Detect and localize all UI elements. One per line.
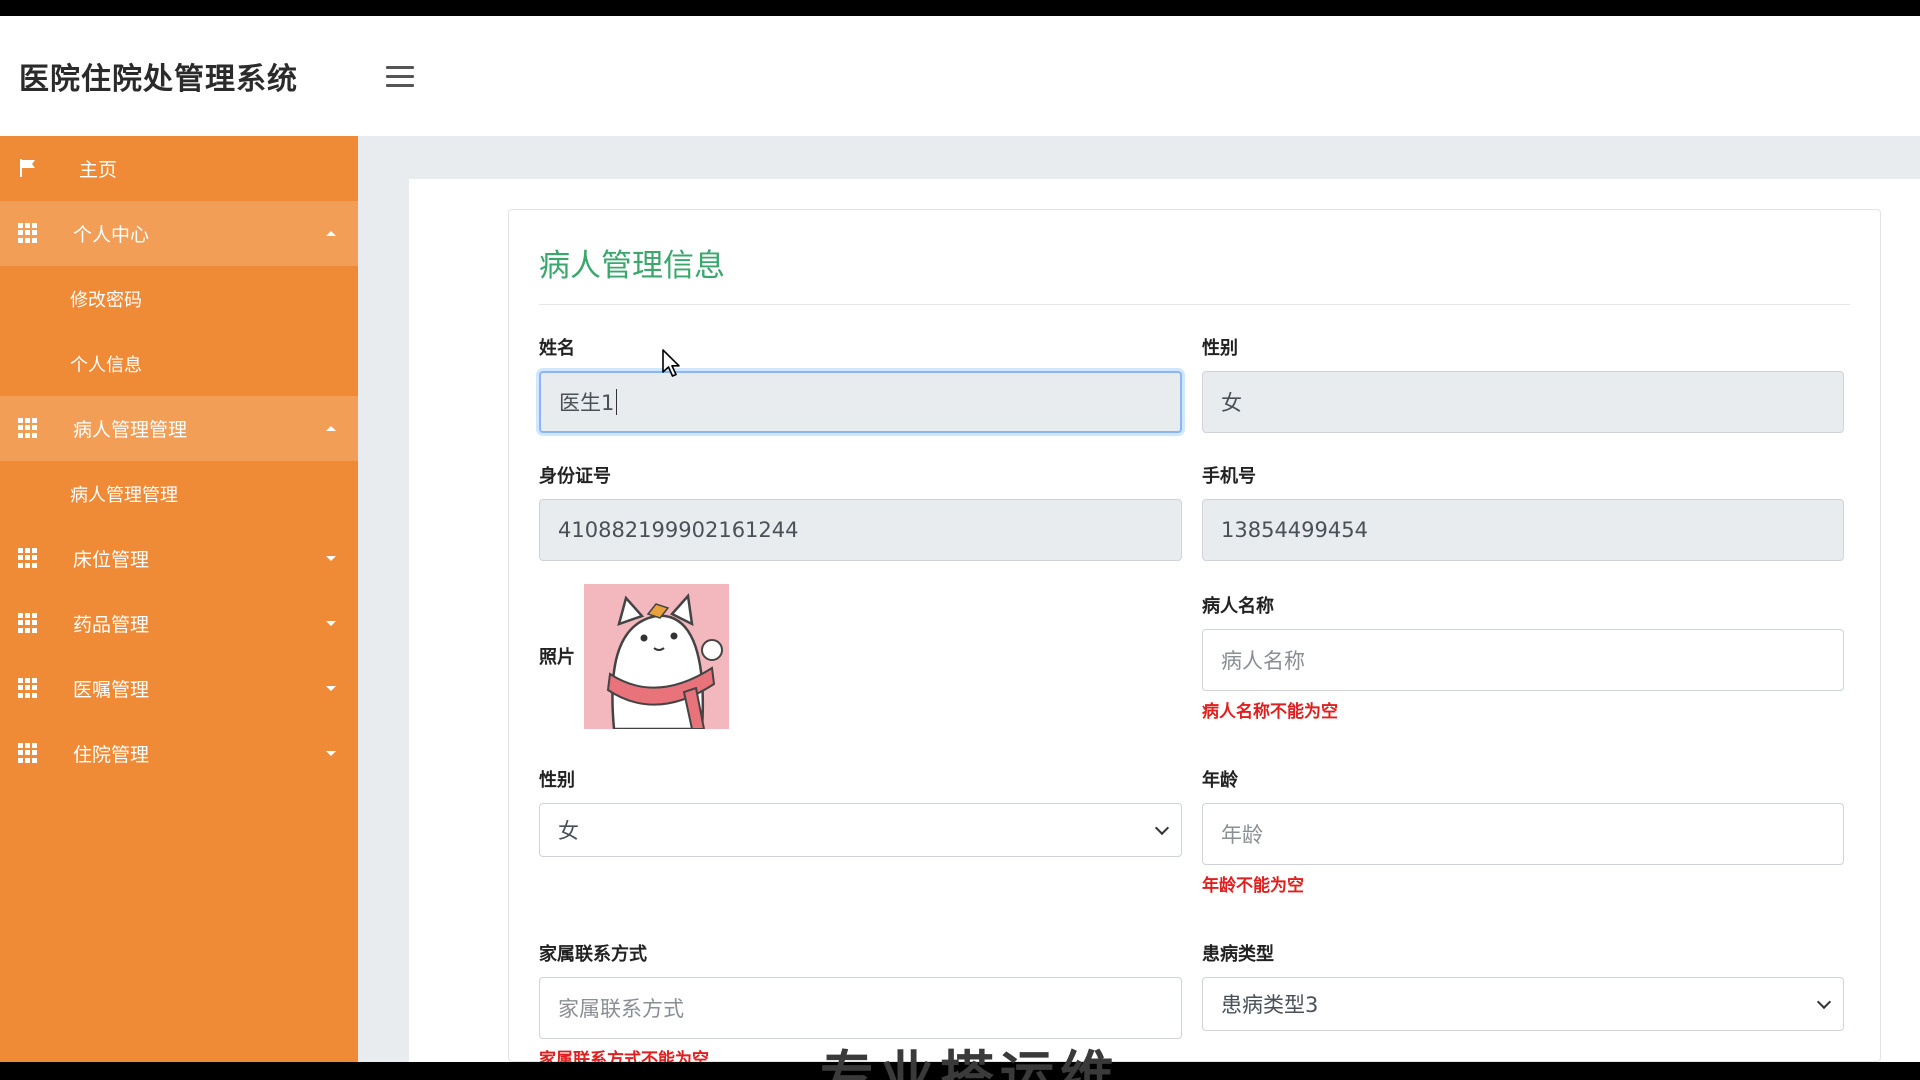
mouse-pointer-icon — [662, 349, 680, 377]
grid-icon — [18, 678, 38, 698]
grid-icon — [18, 613, 38, 633]
text-cursor — [616, 389, 618, 415]
patient-name-error: 病人名称不能为空 — [1202, 702, 1338, 722]
caret-down-icon — [326, 686, 336, 691]
sidebar-item-label: 个人中心 — [73, 224, 150, 246]
top-bar: 医院住院处管理系统 — [0, 16, 1920, 136]
sidebar-item-label: 医嘱管理 — [73, 679, 150, 701]
sidebar-item-label: 住院管理 — [73, 744, 150, 766]
sidebar-item-order-management[interactable]: 医嘱管理 — [0, 656, 358, 721]
patient-form-card: 病人管理信息 姓名 医生1 性别 女 身份证号 4108821999021612… — [508, 209, 1881, 1062]
sidebar-item-label: 病人管理管理 — [73, 419, 188, 441]
chevron-down-icon — [1816, 994, 1832, 1010]
sidebar-item-label: 主页 — [79, 159, 118, 181]
flag-icon — [20, 159, 35, 177]
name-input[interactable]: 医生1 — [539, 371, 1182, 433]
cartoon-cat-image — [584, 584, 729, 729]
patient-name-input[interactable]: 病人名称 — [1202, 629, 1844, 691]
app-title: 医院住院处管理系统 — [19, 62, 298, 97]
sidebar-item-label: 药品管理 — [73, 614, 150, 636]
caret-down-icon — [326, 556, 336, 561]
sidebar-subitem-personal-info[interactable]: 个人信息 — [0, 331, 358, 396]
patient-gender-value: 女 — [558, 819, 579, 843]
id-number-input[interactable]: 410882199902161244 — [539, 499, 1182, 561]
sidebar-subitem-patient-management[interactable]: 病人管理管理 — [0, 461, 358, 526]
disease-type-value: 患病类型3 — [1221, 993, 1319, 1017]
gender-input[interactable]: 女 — [1202, 371, 1844, 433]
patient-gender-label: 性别 — [539, 770, 575, 791]
age-error: 年龄不能为空 — [1202, 876, 1304, 896]
grid-icon — [18, 743, 38, 763]
phone-label: 手机号 — [1202, 466, 1256, 487]
caret-up-icon — [326, 231, 336, 236]
gender-label: 性别 — [1202, 338, 1238, 359]
family-contact-error: 家属联系方式不能为空 — [539, 1050, 709, 1062]
menu-toggle-icon[interactable] — [386, 66, 414, 88]
age-input[interactable]: 年龄 — [1202, 803, 1844, 865]
form-title: 病人管理信息 — [539, 248, 725, 284]
patient-photo[interactable] — [584, 584, 729, 729]
caret-down-icon — [326, 751, 336, 756]
family-contact-label: 家属联系方式 — [539, 944, 647, 965]
sidebar-item-label: 床位管理 — [73, 549, 150, 571]
title-divider — [539, 304, 1850, 305]
sidebar-item-personal-center[interactable]: 个人中心 — [0, 201, 358, 266]
name-value: 医生1 — [559, 391, 615, 415]
family-contact-input[interactable]: 家属联系方式 — [539, 977, 1182, 1039]
caret-up-icon — [326, 426, 336, 431]
chevron-down-icon — [1154, 820, 1170, 836]
sidebar: 主页 个人中心 修改密码 个人信息 病人管理管理 病人管理管理 床位管理 药品管… — [0, 136, 358, 1062]
caret-down-icon — [326, 621, 336, 626]
sidebar-item-patient-management[interactable]: 病人管理管理 — [0, 396, 358, 461]
sidebar-item-bed-management[interactable]: 床位管理 — [0, 526, 358, 591]
photo-label: 照片 — [539, 647, 575, 668]
sidebar-item-home[interactable]: 主页 — [0, 136, 358, 201]
sidebar-subitem-change-password[interactable]: 修改密码 — [0, 266, 358, 331]
phone-input[interactable]: 13854499454 — [1202, 499, 1844, 561]
watermark-text: 专业搭运维 — [820, 1045, 1120, 1080]
patient-gender-select[interactable]: 女 — [539, 803, 1182, 857]
disease-type-select[interactable]: 患病类型3 — [1202, 977, 1844, 1031]
name-label: 姓名 — [539, 338, 575, 359]
age-label: 年龄 — [1202, 770, 1238, 791]
app-window: 医院住院处管理系统 主页 个人中心 修改密码 个人信息 病人管理管理 病人管理管… — [0, 16, 1920, 1062]
patient-name-label: 病人名称 — [1202, 596, 1274, 617]
sidebar-item-drug-management[interactable]: 药品管理 — [0, 591, 358, 656]
grid-icon — [18, 418, 38, 438]
sidebar-item-admission-management[interactable]: 住院管理 — [0, 721, 358, 786]
grid-icon — [18, 548, 38, 568]
grid-icon — [18, 223, 38, 243]
disease-type-label: 患病类型 — [1202, 944, 1274, 965]
id-number-label: 身份证号 — [539, 466, 611, 487]
